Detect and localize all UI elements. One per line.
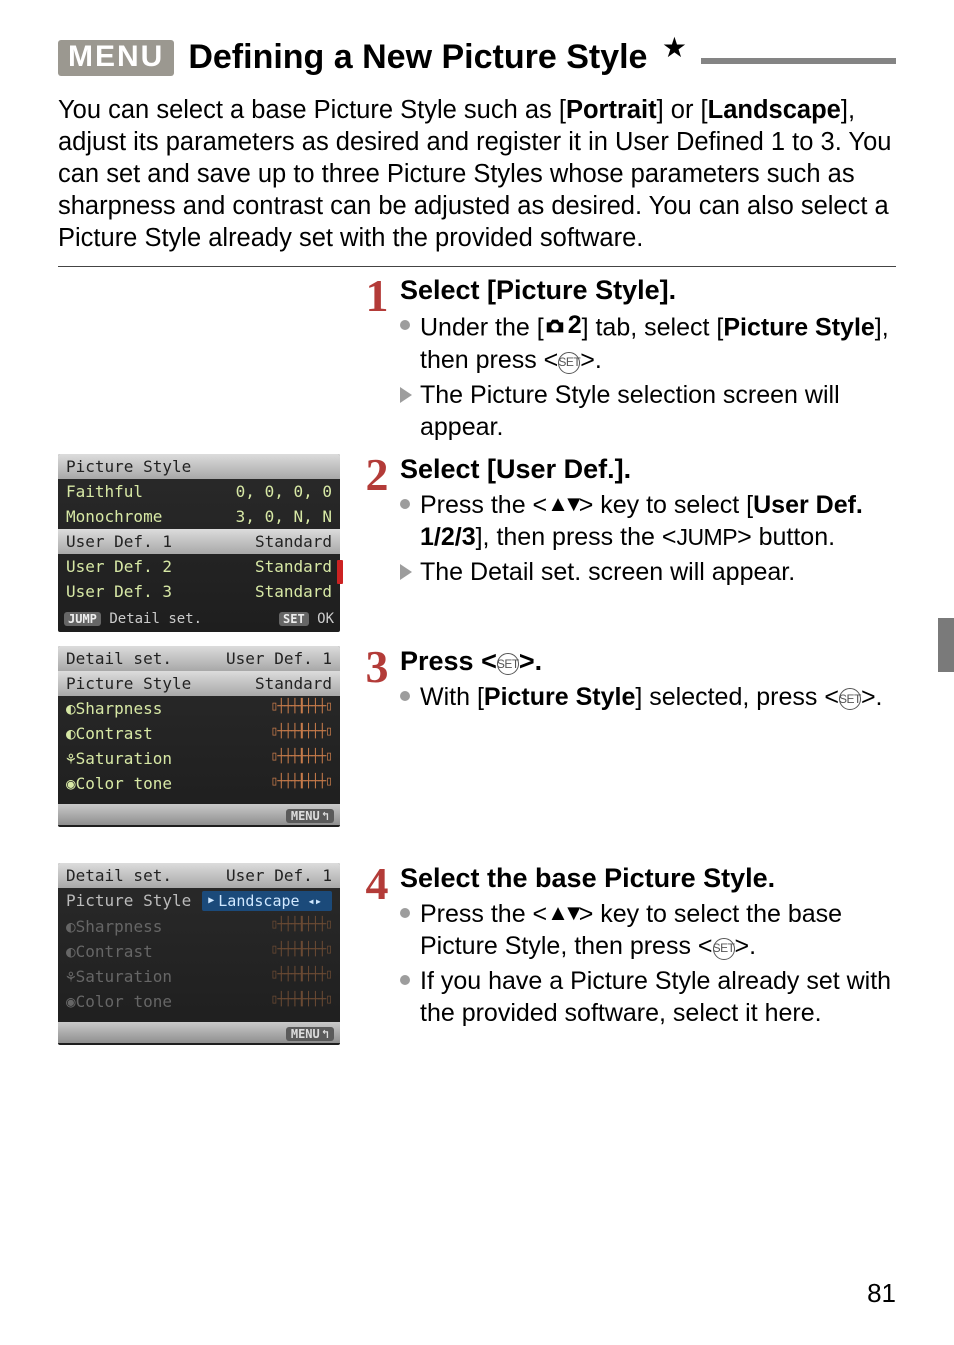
menu-badge: MENU <box>58 40 174 76</box>
jump-button-icon: JUMP <box>676 524 737 550</box>
jump-pill-icon: JUMP <box>64 612 101 626</box>
step-text: Press the <▲▼> key to select the base Pi… <box>420 898 896 963</box>
list-item: ◉Color tone▯┼┼┼╂┼┼┼▯ <box>58 989 340 1014</box>
triangle-bullet-icon <box>400 564 412 580</box>
page-number: 81 <box>867 1278 896 1309</box>
lcd-picture-style-list: Picture Style Faithful0, 0, 0, 0 Monochr… <box>58 454 340 632</box>
updown-arrows-icon: ▲▼ <box>547 491 579 516</box>
lcd-detail-set-landscape: Detail set.User Def. 1 Picture Style ▶La… <box>58 863 340 1045</box>
set-button-icon: SET <box>713 938 735 960</box>
set-button-icon: SET <box>558 352 580 374</box>
step-heading: Select the base Picture Style. <box>400 863 896 894</box>
list-item: Picture Style ▶Landscape◂▸ <box>58 888 340 914</box>
step-text: Press the <▲▼> key to select [User Def. … <box>420 489 896 554</box>
lcd-title: Picture Style <box>58 454 340 479</box>
list-item: User Def. 3Standard <box>58 579 340 604</box>
step-text: The Picture Style selection screen will … <box>420 379 896 444</box>
camera-tab-icon: 2 <box>544 309 582 342</box>
list-item: ⚘Saturation▯┼┼┼╂┼┼┼▯ <box>58 964 340 989</box>
slider-icon: ▯┼┼┼╂┼┼┼▯ <box>271 774 332 793</box>
page-title: Defining a New Picture Style <box>188 38 647 77</box>
list-item: ◐Sharpness▯┼┼┼╂┼┼┼▯ <box>58 914 340 939</box>
bullet-dot-icon <box>400 691 410 701</box>
set-button-icon: SET <box>497 653 519 675</box>
slider-icon: ▯┼┼┼╂┼┼┼▯ <box>271 724 332 743</box>
step-heading: Select [Picture Style]. <box>400 275 896 306</box>
bullet-dot-icon <box>400 499 410 509</box>
step-number: 4 <box>360 861 394 907</box>
slider-icon: ▯┼┼┼╂┼┼┼▯ <box>271 992 332 1011</box>
step-text: With [Picture Style] selected, press <SE… <box>420 681 896 714</box>
step-3: Detail set.User Def. 1 Picture StyleStan… <box>58 646 896 841</box>
slider-icon: ▯┼┼┼╂┼┼┼▯ <box>271 699 332 718</box>
set-pill-icon: SET <box>279 612 309 626</box>
selection-marker-icon <box>337 560 343 584</box>
step-text: The Detail set. screen will appear. <box>420 556 896 589</box>
lcd-menubar: MENU ↰ <box>58 804 340 825</box>
bullet-dot-icon <box>400 908 410 918</box>
list-item: ⚘Saturation▯┼┼┼╂┼┼┼▯ <box>58 746 340 771</box>
slider-icon: ▯┼┼┼╂┼┼┼▯ <box>271 967 332 986</box>
step-number: 2 <box>360 452 394 498</box>
step-4: Detail set.User Def. 1 Picture Style ▶La… <box>58 863 896 1059</box>
bullet-dot-icon <box>400 975 410 985</box>
slider-icon: ▯┼┼┼╂┼┼┼▯ <box>271 942 332 961</box>
lcd-title: Detail set.User Def. 1 <box>58 863 340 888</box>
menu-back-pill-icon: MENU ↰ <box>286 809 334 823</box>
separator <box>58 266 896 267</box>
list-item: ◐Sharpness▯┼┼┼╂┼┼┼▯ <box>58 696 340 721</box>
list-item: Faithful0, 0, 0, 0 <box>58 479 340 504</box>
step-text: Under the [2] tab, select [Picture Style… <box>420 310 896 376</box>
list-item-selected: User Def. 1Standard <box>58 529 340 554</box>
set-button-icon: SET <box>839 688 861 710</box>
page-heading: MENU Defining a New Picture Style ★ <box>58 38 896 77</box>
updown-arrows-icon: ▲▼ <box>547 900 579 925</box>
triangle-bullet-icon <box>400 387 412 403</box>
list-item-selected: Picture StyleStandard <box>58 671 340 696</box>
list-item: Monochrome3, 0, N, N <box>58 504 340 529</box>
lcd-footer: JUMP Detail set. SET OK <box>58 608 340 630</box>
menu-back-pill-icon: MENU ↰ <box>286 1027 334 1041</box>
step-2: Picture Style Faithful0, 0, 0, 0 Monochr… <box>58 454 896 646</box>
list-item: User Def. 2Standard <box>58 554 340 579</box>
list-item: ◉Color tone▯┼┼┼╂┼┼┼▯ <box>58 771 340 796</box>
lcd-menubar: MENU ↰ <box>58 1022 340 1043</box>
page-side-tab <box>938 618 954 672</box>
step-text: If you have a Picture Style already set … <box>420 965 896 1030</box>
lcd-detail-set-standard: Detail set.User Def. 1 Picture StyleStan… <box>58 646 340 827</box>
step-heading: Select [User Def.]. <box>400 454 896 485</box>
intro-text: You can select a base Picture Style such… <box>58 95 896 254</box>
heading-rule <box>701 58 896 64</box>
slider-icon: ▯┼┼┼╂┼┼┼▯ <box>271 917 332 936</box>
step-number: 3 <box>360 644 394 690</box>
slider-icon: ▯┼┼┼╂┼┼┼▯ <box>271 749 332 768</box>
list-item: ◐Contrast▯┼┼┼╂┼┼┼▯ <box>58 939 340 964</box>
step-number: 1 <box>360 273 394 319</box>
bullet-dot-icon <box>400 320 410 330</box>
step-heading: Press <SET>. <box>400 646 896 677</box>
dropdown-chip: ▶Landscape◂▸ <box>202 891 332 911</box>
step-1: 1 Select [Picture Style]. Under the [2] … <box>58 275 896 445</box>
lcd-title: Detail set.User Def. 1 <box>58 646 340 671</box>
star-icon: ★ <box>661 35 687 61</box>
list-item: ◐Contrast▯┼┼┼╂┼┼┼▯ <box>58 721 340 746</box>
